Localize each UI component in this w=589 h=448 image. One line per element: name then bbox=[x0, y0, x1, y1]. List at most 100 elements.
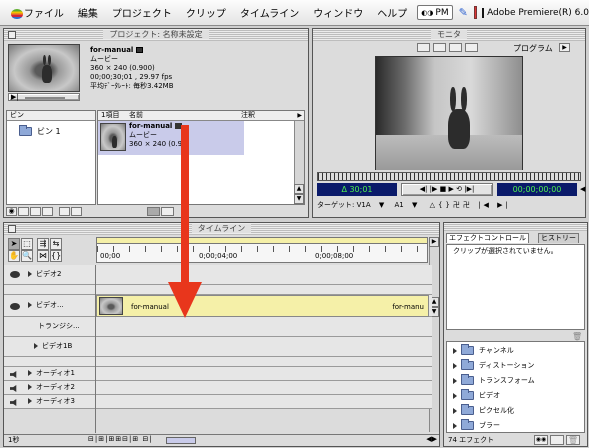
find-effect-icon[interactable]: ◉◉ bbox=[534, 435, 548, 445]
new-bin-icon[interactable] bbox=[18, 207, 29, 216]
track-video1-label: ビデオ... bbox=[36, 301, 64, 309]
expand-icon[interactable] bbox=[28, 271, 32, 277]
speaker-icon[interactable] bbox=[10, 385, 17, 392]
step-forward-icon[interactable]: |▶ bbox=[430, 185, 438, 193]
menu-clip[interactable]: クリップ bbox=[179, 5, 233, 20]
header-menu-icon[interactable]: ▶ bbox=[297, 111, 302, 120]
clip-row-selected[interactable]: for-manual ムービー 360 × 240 (0.90 bbox=[98, 121, 244, 155]
zoom-slider[interactable] bbox=[166, 437, 196, 444]
project-titlebar[interactable]: プロジェクト: 名称未設定 bbox=[4, 29, 308, 41]
trim-mode-icon[interactable] bbox=[465, 43, 478, 52]
play-icon[interactable]: ▶ bbox=[448, 185, 453, 193]
footer-scroll-arrows[interactable]: ◀▶ bbox=[426, 435, 437, 444]
program-menu-icon[interactable]: ▶ bbox=[559, 43, 570, 52]
effect-folder-video[interactable]: ビデオ bbox=[453, 389, 500, 401]
range-select-tool-icon[interactable]: ⬚ bbox=[21, 238, 33, 250]
clip-list-scrollbar[interactable]: ▲ ▼ bbox=[294, 121, 304, 204]
apple-menu-icon[interactable] bbox=[10, 6, 22, 20]
effects-tabs: エフェクトコントロール ヒストリー bbox=[444, 232, 587, 244]
icon-view-icon[interactable] bbox=[58, 207, 70, 216]
single-view-icon[interactable] bbox=[433, 43, 446, 52]
menu-file[interactable]: ファイル bbox=[17, 5, 71, 20]
timeline-ruler[interactable]: 00;00 0;00;04;00 0;00;08;00 bbox=[96, 237, 428, 263]
new-item-icon[interactable] bbox=[30, 207, 41, 216]
delete-effect-icon[interactable]: 🗑 bbox=[566, 435, 580, 445]
track-transition-label: トランジシ... bbox=[38, 322, 80, 330]
eye-icon[interactable] bbox=[10, 303, 20, 310]
timeline-titlebar[interactable]: タイムライン bbox=[4, 223, 439, 235]
effect-folder-channel[interactable]: チャンネル bbox=[453, 344, 514, 356]
find-icon[interactable]: ◉ bbox=[6, 207, 17, 216]
time-unit-label[interactable]: 1秒 bbox=[8, 436, 19, 445]
effect-folder-label: ディストーション bbox=[479, 361, 535, 370]
bin-list: ビン ビン 1 bbox=[6, 110, 96, 205]
program-scrub-bar[interactable] bbox=[317, 172, 581, 181]
track-tool-icon[interactable]: ⇶ bbox=[37, 238, 49, 250]
selection-tool-icon[interactable]: ➤ bbox=[8, 238, 20, 250]
effect-folder-pixelate[interactable]: ピクセル化 bbox=[453, 404, 514, 416]
trim-view-icon[interactable] bbox=[449, 43, 462, 52]
detail-view-icon[interactable] bbox=[161, 207, 175, 216]
trash-icon[interactable] bbox=[42, 207, 53, 216]
preview-play-controls[interactable]: ▶| bbox=[8, 93, 80, 101]
monitor-side-arrow[interactable]: ◀ bbox=[580, 185, 585, 193]
speaker-icon[interactable] bbox=[10, 371, 17, 378]
timeline-clip[interactable]: for-manual for-manu bbox=[96, 295, 429, 317]
target-video[interactable]: ターゲット: V1A bbox=[317, 201, 371, 209]
in-out-tool-icon[interactable]: {} bbox=[50, 250, 62, 262]
link-tool-icon[interactable]: ⋈ bbox=[37, 250, 49, 262]
effects-trash[interactable]: 🗑 bbox=[572, 332, 582, 341]
play-in-out-icon[interactable]: |▶| bbox=[464, 185, 474, 193]
scroll-down-arrow[interactable]: ▼ bbox=[294, 194, 304, 204]
stop-icon[interactable]: ■ bbox=[440, 185, 447, 193]
target-audio[interactable]: A1 bbox=[394, 201, 403, 209]
expand-icon[interactable] bbox=[28, 384, 32, 390]
expand-icon[interactable] bbox=[28, 398, 32, 404]
clock-menu[interactable]: ◐◑ PM bbox=[417, 5, 453, 20]
zoom-tool-icon[interactable]: 🔍 bbox=[21, 250, 33, 262]
menu-window[interactable]: ウィンドウ bbox=[306, 5, 370, 20]
menu-help[interactable]: ヘルプ bbox=[370, 5, 414, 20]
ripple-tool-icon[interactable]: ⇆ bbox=[50, 238, 62, 250]
app-switcher-icon[interactable] bbox=[473, 6, 477, 19]
app-name[interactable]: Adobe Premiere(R) 6.0 bbox=[487, 8, 589, 18]
step-back-icon[interactable]: ◀| bbox=[420, 185, 428, 193]
col-count[interactable]: 1項目 bbox=[101, 111, 119, 120]
tab-history-label: ヒストリー bbox=[541, 234, 576, 242]
expand-icon[interactable] bbox=[28, 302, 32, 308]
loop-icon[interactable]: ⟲ bbox=[456, 185, 462, 193]
target-video-dropdown-icon[interactable]: ▼ bbox=[379, 201, 384, 209]
target-audio-dropdown-icon[interactable]: ▼ bbox=[412, 201, 417, 209]
tab-history[interactable]: ヒストリー bbox=[538, 233, 579, 243]
menu-timeline[interactable]: タイムライン bbox=[233, 5, 306, 20]
eye-icon[interactable] bbox=[10, 271, 20, 278]
pencil-icon[interactable]: ✎ bbox=[459, 6, 468, 19]
thumb-view-icon[interactable] bbox=[70, 207, 82, 216]
effects-titlebar[interactable] bbox=[444, 223, 587, 231]
close-box[interactable] bbox=[8, 31, 16, 39]
project-toolbar: ◉ bbox=[6, 207, 306, 217]
menu-edit[interactable]: 編集 bbox=[71, 5, 105, 20]
scroll-up-arrow[interactable]: ▲ bbox=[294, 184, 304, 194]
hand-tool-icon[interactable]: ✋ bbox=[8, 250, 20, 262]
effect-controls-panel: クリップが選択されていません。 bbox=[446, 244, 585, 330]
timeline-close-box[interactable] bbox=[8, 225, 16, 233]
speaker-icon[interactable] bbox=[10, 399, 17, 406]
expand-icon[interactable] bbox=[28, 370, 32, 376]
track-transition: トランジシ... bbox=[4, 317, 432, 337]
timeline-menu-arrow[interactable]: ▶ bbox=[429, 237, 439, 247]
bin-item-1[interactable]: ビン 1 bbox=[7, 121, 95, 137]
new-folder-icon[interactable] bbox=[550, 435, 564, 445]
menu-project[interactable]: プロジェクト bbox=[105, 5, 179, 20]
list-view-icon[interactable] bbox=[147, 207, 161, 216]
col-name[interactable]: 名前 bbox=[129, 111, 143, 120]
dual-view-icon[interactable] bbox=[417, 43, 430, 52]
effect-folder-distortion[interactable]: ディストーション bbox=[453, 359, 535, 371]
col-note[interactable]: 注釈 bbox=[241, 111, 255, 120]
effect-folder-transform[interactable]: トランスフォーム bbox=[453, 374, 535, 386]
expand-icon[interactable] bbox=[34, 343, 38, 349]
monitor-titlebar[interactable]: モニタ bbox=[313, 29, 585, 41]
tab-effect-controls[interactable]: エフェクトコントロール bbox=[446, 233, 529, 243]
effect-folder-blur[interactable]: ブラー bbox=[453, 419, 500, 431]
footer-tools[interactable]: ⊟|⊞|⊞⊞⊟|⊞ ⊟| bbox=[88, 435, 153, 444]
